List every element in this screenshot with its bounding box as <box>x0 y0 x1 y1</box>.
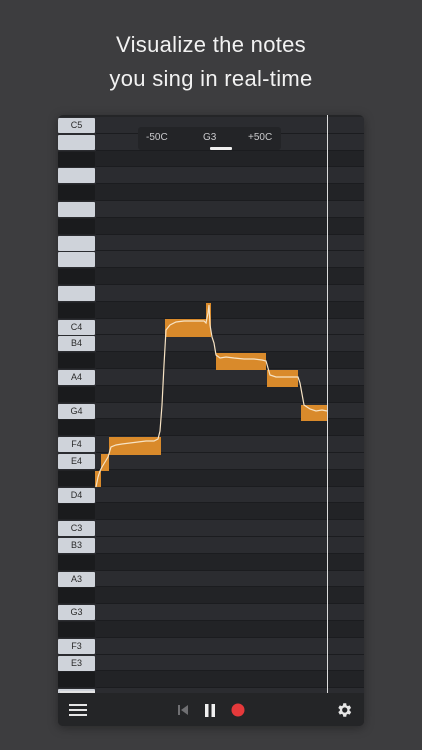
note-block <box>301 405 327 421</box>
pause-button[interactable] <box>201 701 219 719</box>
rewind-button[interactable] <box>174 701 192 719</box>
headline: Visualize the notes you sing in real-tim… <box>0 28 422 96</box>
note-block <box>109 437 161 455</box>
note-block <box>267 370 298 387</box>
playhead[interactable] <box>327 115 328 693</box>
hamburger-menu-icon <box>69 704 87 716</box>
headline-line-2: you sing in real-time <box>109 66 313 91</box>
bottom-toolbar <box>58 693 364 726</box>
note-block <box>165 319 209 337</box>
gear-icon <box>338 703 352 717</box>
pitch-line <box>95 304 328 488</box>
menu-button[interactable] <box>66 700 90 720</box>
note-block <box>216 353 266 370</box>
record-icon <box>231 703 245 717</box>
headline-line-1: Visualize the notes <box>116 32 306 57</box>
settings-button[interactable] <box>333 700 355 720</box>
skip-back-icon <box>178 705 188 715</box>
record-button[interactable] <box>229 701 247 719</box>
app-screen: C5C4B4A4G4F4E4D4C3B3A3G3F3E3D3 -50C G3 +… <box>58 115 364 726</box>
pause-icon <box>205 703 215 717</box>
pitch-track <box>95 303 328 488</box>
